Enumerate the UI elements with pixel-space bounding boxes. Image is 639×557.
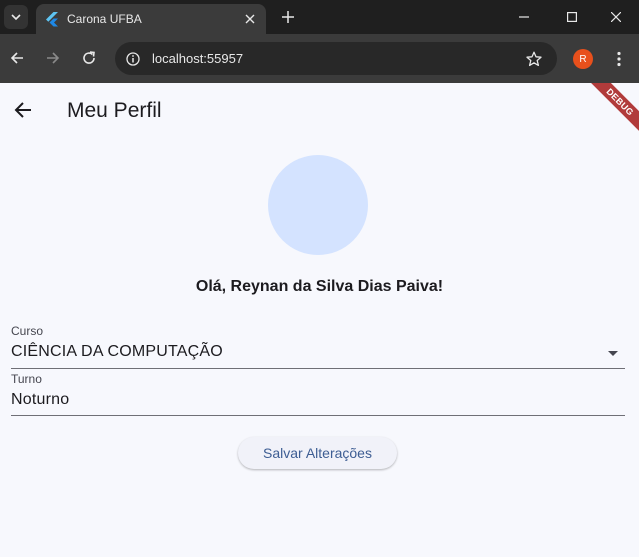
window-close-button[interactable]: [593, 0, 639, 34]
minimize-icon: [519, 16, 529, 18]
flutter-icon: [46, 12, 58, 27]
reload-icon: [83, 51, 95, 64]
curso-underline: [11, 368, 625, 369]
browser-toolbar: localhost:55957 R: [0, 34, 639, 83]
back-icon: [10, 52, 23, 64]
debug-banner: DEBUG: [585, 83, 639, 137]
curso-value: CIÊNCIA DA COMPUTAÇÃO: [11, 343, 223, 360]
new-tab-button[interactable]: [277, 6, 299, 28]
app-back-button[interactable]: [8, 95, 38, 125]
curso-label: Curso: [11, 324, 44, 338]
page-title: Meu Perfil: [67, 99, 162, 122]
maximize-icon: [567, 12, 577, 22]
url-text: localhost:55957: [152, 51, 244, 66]
turno-label: Turno: [11, 372, 42, 386]
tab-search-icon: [11, 14, 21, 21]
info-icon: [126, 52, 140, 66]
greeting-text: Olá, Reynan da Silva Dias Paiva!: [195, 278, 444, 295]
forward-button[interactable]: [41, 46, 65, 70]
site-info-button[interactable]: [123, 49, 143, 69]
tab-search-button[interactable]: [4, 5, 28, 29]
forward-icon: [47, 52, 60, 64]
address-bar[interactable]: localhost:55957: [115, 42, 557, 75]
star-icon: [526, 51, 542, 67]
kebab-menu-icon: [617, 51, 621, 67]
close-icon: [245, 14, 255, 24]
dropdown-arrow-icon: [608, 350, 618, 356]
back-button[interactable]: [5, 46, 29, 70]
turno-value: Noturno: [11, 391, 70, 408]
turno-underline: [11, 415, 625, 416]
browser-tab[interactable]: Carona UFBA: [36, 4, 266, 34]
app-viewport: Meu Perfil DEBUG Olá, Reynan da Silva Di…: [0, 83, 639, 557]
save-changes-button[interactable]: Salvar Alterações: [238, 437, 397, 469]
tab-title: Carona UFBA: [67, 12, 142, 26]
bookmark-button[interactable]: [523, 48, 545, 70]
minimize-button[interactable]: [501, 0, 547, 34]
reload-button[interactable]: [77, 46, 101, 70]
dropdown-arrow-button[interactable]: [606, 348, 620, 358]
profile-avatar[interactable]: R: [573, 49, 593, 69]
plus-icon: [282, 11, 294, 23]
browser-menu-button[interactable]: [611, 47, 627, 71]
maximize-button[interactable]: [549, 0, 595, 34]
arrow-left-icon: [14, 102, 31, 118]
browser-tab-bar: Carona UFBA: [0, 0, 639, 34]
tab-close-button[interactable]: [241, 10, 259, 28]
window-close-icon: [611, 12, 621, 22]
profile-avatar-circle[interactable]: [268, 155, 368, 255]
